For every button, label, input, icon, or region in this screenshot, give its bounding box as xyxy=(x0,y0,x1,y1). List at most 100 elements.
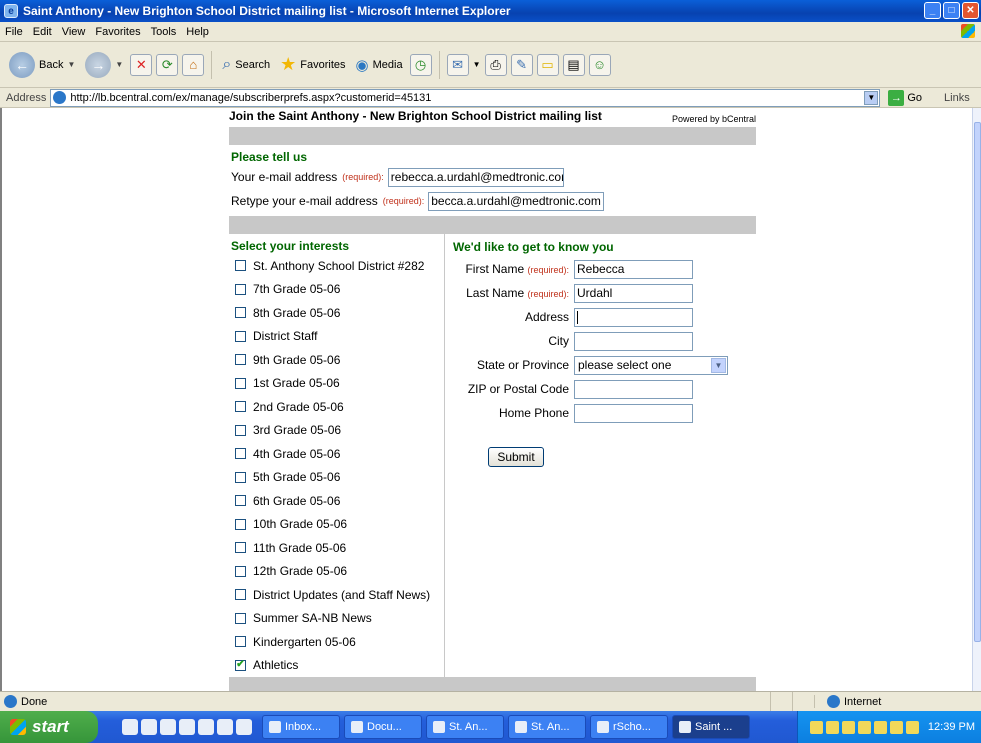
quick-launch-icon[interactable] xyxy=(236,719,252,735)
checkbox[interactable] xyxy=(235,424,246,436)
interest-option[interactable]: District Updates (and Staff News) xyxy=(229,583,444,607)
interest-option[interactable]: 11th Grade 05-06 xyxy=(229,536,444,560)
home-icon[interactable]: ⌂ xyxy=(182,53,205,76)
taskbar-button-inbox[interactable]: Inbox... xyxy=(262,715,340,739)
interest-option[interactable]: St. Anthony School District #282 xyxy=(229,254,444,278)
start-button[interactable]: start xyxy=(0,711,98,743)
maximize-button[interactable]: □ xyxy=(943,2,960,19)
interest-option[interactable]: 3rd Grade 05-06 xyxy=(229,419,444,443)
checkbox[interactable] xyxy=(235,283,246,295)
discuss-icon[interactable]: ▭ xyxy=(536,53,559,76)
phone-field[interactable] xyxy=(574,403,693,423)
menu-file[interactable]: File xyxy=(0,26,28,38)
address-input[interactable]: http://lb.bcentral.com/ex/manage/subscri… xyxy=(50,88,881,107)
quick-launch-icon[interactable] xyxy=(217,719,233,735)
checkbox[interactable] xyxy=(235,377,246,389)
checkbox[interactable] xyxy=(235,565,246,577)
interest-option[interactable]: 9th Grade 05-06 xyxy=(229,348,444,372)
quick-launch-icon[interactable] xyxy=(198,719,214,735)
chevron-down-icon[interactable]: ▼ xyxy=(711,357,726,373)
taskbar-button-saint[interactable]: Saint ... xyxy=(672,715,750,739)
submit-button[interactable]: Submit xyxy=(488,447,544,467)
email-field[interactable]: rebecca.a.urdahl@medtronic.cor xyxy=(387,167,564,187)
tray-icon[interactable] xyxy=(857,720,871,734)
menu-view[interactable]: View xyxy=(57,26,91,38)
checkbox[interactable] xyxy=(235,307,246,319)
taskbar-button-st-anthony-2[interactable]: St. An... xyxy=(508,715,586,739)
checkbox[interactable] xyxy=(235,495,246,507)
menu-help[interactable]: Help xyxy=(181,26,214,38)
interest-option[interactable]: 7th Grade 05-06 xyxy=(229,278,444,302)
tray-icon[interactable] xyxy=(841,720,855,734)
interest-option[interactable]: Summer SA-NB News xyxy=(229,607,444,631)
interest-option[interactable]: 12th Grade 05-06 xyxy=(229,560,444,584)
minimize-button[interactable]: _ xyxy=(924,2,941,19)
checkbox[interactable] xyxy=(235,471,246,483)
quick-launch-icon[interactable] xyxy=(160,719,176,735)
street-address-field[interactable] xyxy=(574,307,693,327)
interest-option[interactable]: 4th Grade 05-06 xyxy=(229,442,444,466)
checkbox[interactable] xyxy=(235,589,246,601)
quick-launch-icon[interactable] xyxy=(141,719,157,735)
tray-icon[interactable] xyxy=(889,720,903,734)
quick-launch-icon[interactable] xyxy=(122,719,138,735)
stop-icon[interactable]: ✕ xyxy=(130,53,153,76)
interest-option[interactable]: 1st Grade 05-06 xyxy=(229,372,444,396)
edit-icon[interactable]: ✎ xyxy=(510,53,533,76)
checkbox[interactable] xyxy=(235,260,246,272)
retype-email-field[interactable]: becca.a.urdahl@medtronic.com xyxy=(428,191,605,211)
city-field[interactable] xyxy=(574,331,693,351)
email-row: Your e-mail address (required): rebecca.… xyxy=(231,165,756,189)
state-select[interactable]: please select one ▼ xyxy=(574,355,728,375)
interest-option[interactable]: District Staff xyxy=(229,325,444,349)
taskbar-button-st-anthony-1[interactable]: St. An... xyxy=(426,715,504,739)
checkbox[interactable] xyxy=(235,448,246,460)
menu-tools[interactable]: Tools xyxy=(146,26,182,38)
go-button[interactable]: → Go xyxy=(888,89,922,106)
messenger-icon[interactable]: ☺ xyxy=(588,53,611,76)
history-icon[interactable]: ◷ xyxy=(409,53,432,76)
interest-option[interactable]: 2nd Grade 05-06 xyxy=(229,395,444,419)
checkbox[interactable] xyxy=(235,330,246,342)
quick-launch-icon[interactable] xyxy=(179,719,195,735)
checkbox[interactable] xyxy=(235,612,246,624)
interest-option[interactable]: Kindergarten 05-06 xyxy=(229,630,444,654)
interest-option[interactable]: 6th Grade 05-06 xyxy=(229,489,444,513)
mail-icon[interactable]: ✉ xyxy=(446,53,469,76)
checkbox-checked[interactable]: ✔ xyxy=(235,659,246,671)
close-button[interactable]: ✕ xyxy=(962,2,979,19)
taskbar-button-document[interactable]: Docu... xyxy=(344,715,422,739)
chevron-down-icon[interactable]: ▼ xyxy=(864,90,879,105)
menu-favorites[interactable]: Favorites xyxy=(90,26,145,38)
refresh-icon[interactable]: ⟳ xyxy=(156,53,179,76)
chevron-down-icon: ▼ xyxy=(472,60,481,69)
tray-icon[interactable] xyxy=(905,720,919,734)
interest-option[interactable]: 5th Grade 05-06 xyxy=(229,466,444,490)
research-icon[interactable]: ▤ xyxy=(562,53,585,76)
scrollbar-thumb[interactable] xyxy=(974,122,981,642)
vertical-scrollbar[interactable] xyxy=(972,108,981,691)
tray-icon[interactable] xyxy=(825,720,839,734)
print-icon[interactable]: ⎙ xyxy=(484,53,507,76)
tray-icon[interactable] xyxy=(809,720,823,734)
zip-field[interactable] xyxy=(574,379,693,399)
last-name-field[interactable]: Urdahl xyxy=(574,283,693,303)
checkbox[interactable] xyxy=(235,542,246,554)
media-button[interactable]: ◉ Media xyxy=(353,56,406,74)
checkbox[interactable] xyxy=(235,354,246,366)
interest-option[interactable]: 8th Grade 05-06 xyxy=(229,301,444,325)
tray-icon[interactable] xyxy=(873,720,887,734)
checkbox[interactable] xyxy=(235,636,246,648)
interest-option[interactable]: ✔ Athletics xyxy=(229,654,444,678)
favorites-button[interactable]: ★ Favorites xyxy=(277,54,348,75)
back-button[interactable]: ← Back ▼ xyxy=(6,51,78,78)
menu-edit[interactable]: Edit xyxy=(28,26,57,38)
forward-button[interactable]: → ▼ xyxy=(82,51,126,78)
first-name-field[interactable]: Rebecca xyxy=(574,259,693,279)
interest-option[interactable]: 10th Grade 05-06 xyxy=(229,513,444,537)
checkbox[interactable] xyxy=(235,401,246,413)
links-button[interactable]: Links xyxy=(944,92,970,104)
search-button[interactable]: ⌕ Search xyxy=(219,56,273,74)
checkbox[interactable] xyxy=(235,518,246,530)
taskbar-button-rschool[interactable]: rScho... xyxy=(590,715,668,739)
